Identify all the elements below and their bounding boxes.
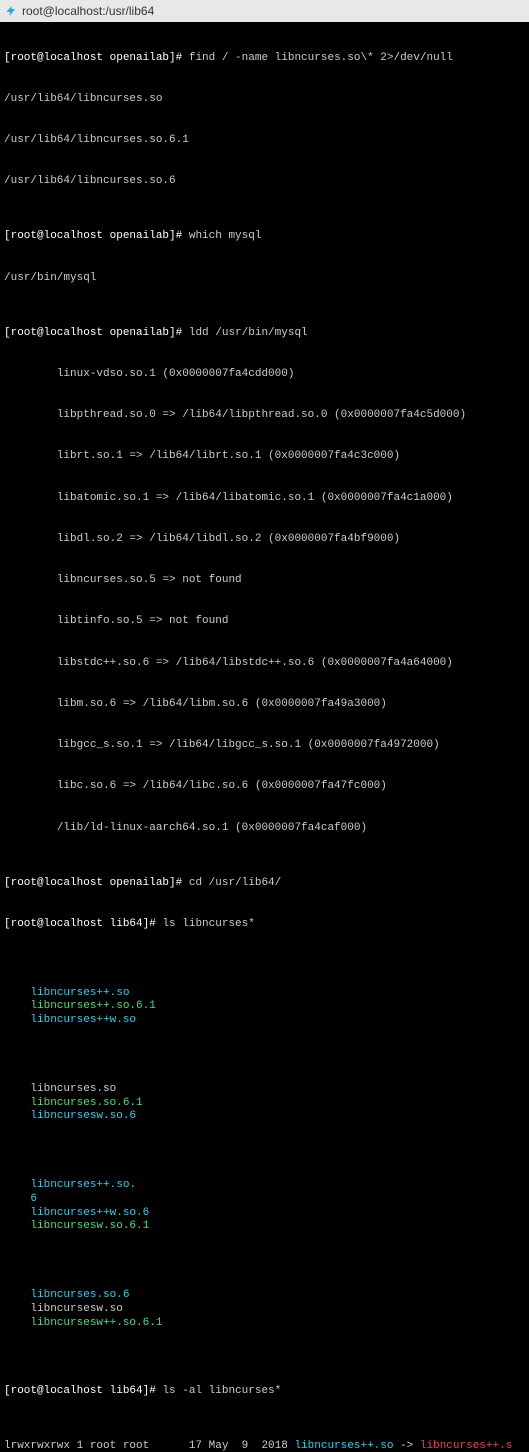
output: libatomic.so.1 => /lib64/libatomic.so.1 … [4,492,525,506]
prompt: [root@localhost lib64]# [4,1385,162,1397]
output: /usr/bin/mysql [4,272,525,286]
cmd-ls1: ls libncurses* [162,918,254,930]
cmd-which: which mysql [189,230,262,242]
output: libgcc_s.so.1 => /lib64/libgcc_s.so.1 (0… [4,739,525,753]
file: libncurses++w.so [30,1014,136,1026]
file: libncurses++.so.6 [30,1179,140,1207]
output: libpthread.so.0 => /lib64/libpthread.so.… [4,409,525,423]
output: /usr/lib64/libncurses.so.6 [4,175,525,189]
prompt: [root@localhost openailab]# [4,230,189,242]
file: libncursesw.so.6.1 [30,1220,149,1232]
prompt: [root@localhost openailab]# [4,52,189,64]
window-title: root@localhost:/usr/lib64 [22,4,154,19]
file: libncurses.so [30,1083,140,1097]
output: libdl.so.2 => /lib64/libdl.so.2 (0x00000… [4,533,525,547]
prompt: [root@localhost lib64]# [4,918,162,930]
output: /usr/lib64/libncurses.so.6.1 [4,134,525,148]
output: /lib/ld-linux-aarch64.so.1 (0x0000007fa4… [4,822,525,836]
file: libncursesw.so [30,1303,170,1317]
file: libncurses.so.6 [30,1289,140,1303]
prompt: [root@localhost openailab]# [4,877,189,889]
file: libncurses.so.6.1 [30,1097,170,1111]
file-listing-row: lrwxrwxrwx 1 root root 17 May 9 2018 lib… [4,1440,525,1452]
cmd-ldd: ldd /usr/bin/mysql [189,327,308,339]
output: libc.so.6 => /lib64/libc.so.6 (0x0000007… [4,780,525,794]
file: libncurses++.so.6.1 [30,1000,170,1014]
file: libncursesw++.so.6.1 [30,1317,162,1329]
cmd-ls2: ls -al libncurses* [162,1385,281,1397]
output: librt.so.1 => /lib64/librt.so.1 (0x00000… [4,450,525,464]
output: libm.so.6 => /lib64/libm.so.6 (0x0000007… [4,698,525,712]
cmd-cd: cd /usr/lib64/ [189,877,281,889]
output: linux-vdso.so.1 (0x0000007fa4cdd000) [4,368,525,382]
output: /usr/lib64/libncurses.so [4,93,525,107]
file: libncursesw.so.6 [30,1110,136,1122]
output: libtinfo.so.5 => not found [4,615,525,629]
lightning-icon [4,4,18,18]
file: libncurses++.so [30,987,140,1001]
window-titlebar: root@localhost:/usr/lib64 [0,0,529,22]
file: libncurses++.so [294,1440,393,1452]
output: libncurses.so.5 => not found [4,574,525,588]
output: libstdc++.so.6 => /lib64/libstdc++.so.6 … [4,657,525,671]
terminal-body[interactable]: [root@localhost openailab]# find / -name… [0,22,529,1452]
file: libncurses++w.so.6 [30,1207,170,1221]
cmd-find: find / -name libncurses.so\* 2>/dev/null [189,52,453,64]
prompt: [root@localhost openailab]# [4,327,189,339]
